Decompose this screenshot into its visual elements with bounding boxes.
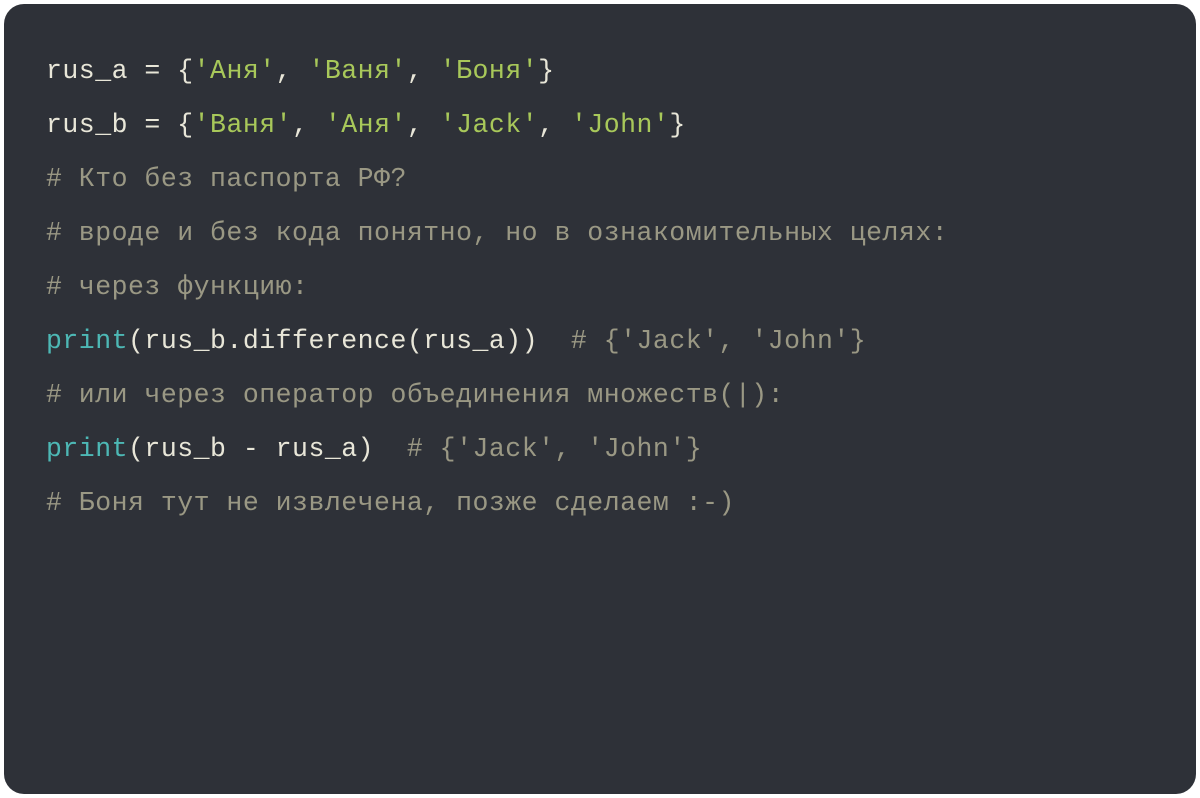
comma: , (292, 110, 325, 140)
string: 'John' (571, 110, 669, 140)
comment: # или через оператор объединения множест… (46, 380, 784, 410)
code-line-8: print(rus_b.difference(rus_a)) # {'Jack'… (46, 314, 1154, 368)
paren: ) (358, 434, 374, 464)
comma: , (407, 56, 440, 86)
code-line-13: # Боня тут не извлечена, позже сделаем :… (46, 476, 1154, 530)
code-line-5: # вроде и без кода понятно, но в ознаком… (46, 206, 1154, 260)
comment: # Боня тут не извлечена, позже сделаем :… (46, 488, 735, 518)
code-line-2: rus_b = {'Ваня', 'Аня', 'Jack', 'John'} (46, 98, 1154, 152)
operator: = (128, 110, 177, 140)
string: 'Аня' (194, 56, 276, 86)
comment: # через функцию: (46, 272, 308, 302)
argument: rus_b - rus_a (144, 434, 357, 464)
argument: rus_b.difference(rus_a) (144, 326, 521, 356)
comma: , (538, 110, 571, 140)
comment: # {'Jack', 'John'} (407, 434, 702, 464)
padding (538, 326, 571, 356)
string: 'Ваня' (194, 110, 292, 140)
code-line-10: # или через оператор объединения множест… (46, 368, 1154, 422)
string: 'Боня' (440, 56, 538, 86)
paren: ( (128, 434, 144, 464)
comment: # вроде и без кода понятно, но в ознаком… (46, 218, 948, 248)
operator: = (128, 56, 177, 86)
brace: { (177, 56, 193, 86)
brace: { (177, 110, 193, 140)
code-line-7: # через функцию: (46, 260, 1154, 314)
string: 'Jack' (440, 110, 538, 140)
brace: } (538, 56, 554, 86)
padding (374, 434, 407, 464)
code-line-11: print(rus_b - rus_a) # {'Jack', 'John'} (46, 422, 1154, 476)
string: 'Аня' (325, 110, 407, 140)
code-line-4: # Кто без паспорта РФ? (46, 152, 1154, 206)
function-call: print (46, 326, 128, 356)
comma: , (407, 110, 440, 140)
variable: rus_b (46, 110, 128, 140)
string: 'Ваня' (308, 56, 406, 86)
code-block: rus_a = {'Аня', 'Ваня', 'Боня'} rus_b = … (4, 4, 1196, 794)
comment: # {'Jack', 'John'} (571, 326, 866, 356)
function-call: print (46, 434, 128, 464)
comment: # Кто без паспорта РФ? (46, 164, 407, 194)
code-line-1: rus_a = {'Аня', 'Ваня', 'Боня'} (46, 44, 1154, 98)
comma: , (276, 56, 309, 86)
paren: ) (522, 326, 538, 356)
brace: } (669, 110, 685, 140)
variable: rus_a (46, 56, 128, 86)
paren: ( (128, 326, 144, 356)
